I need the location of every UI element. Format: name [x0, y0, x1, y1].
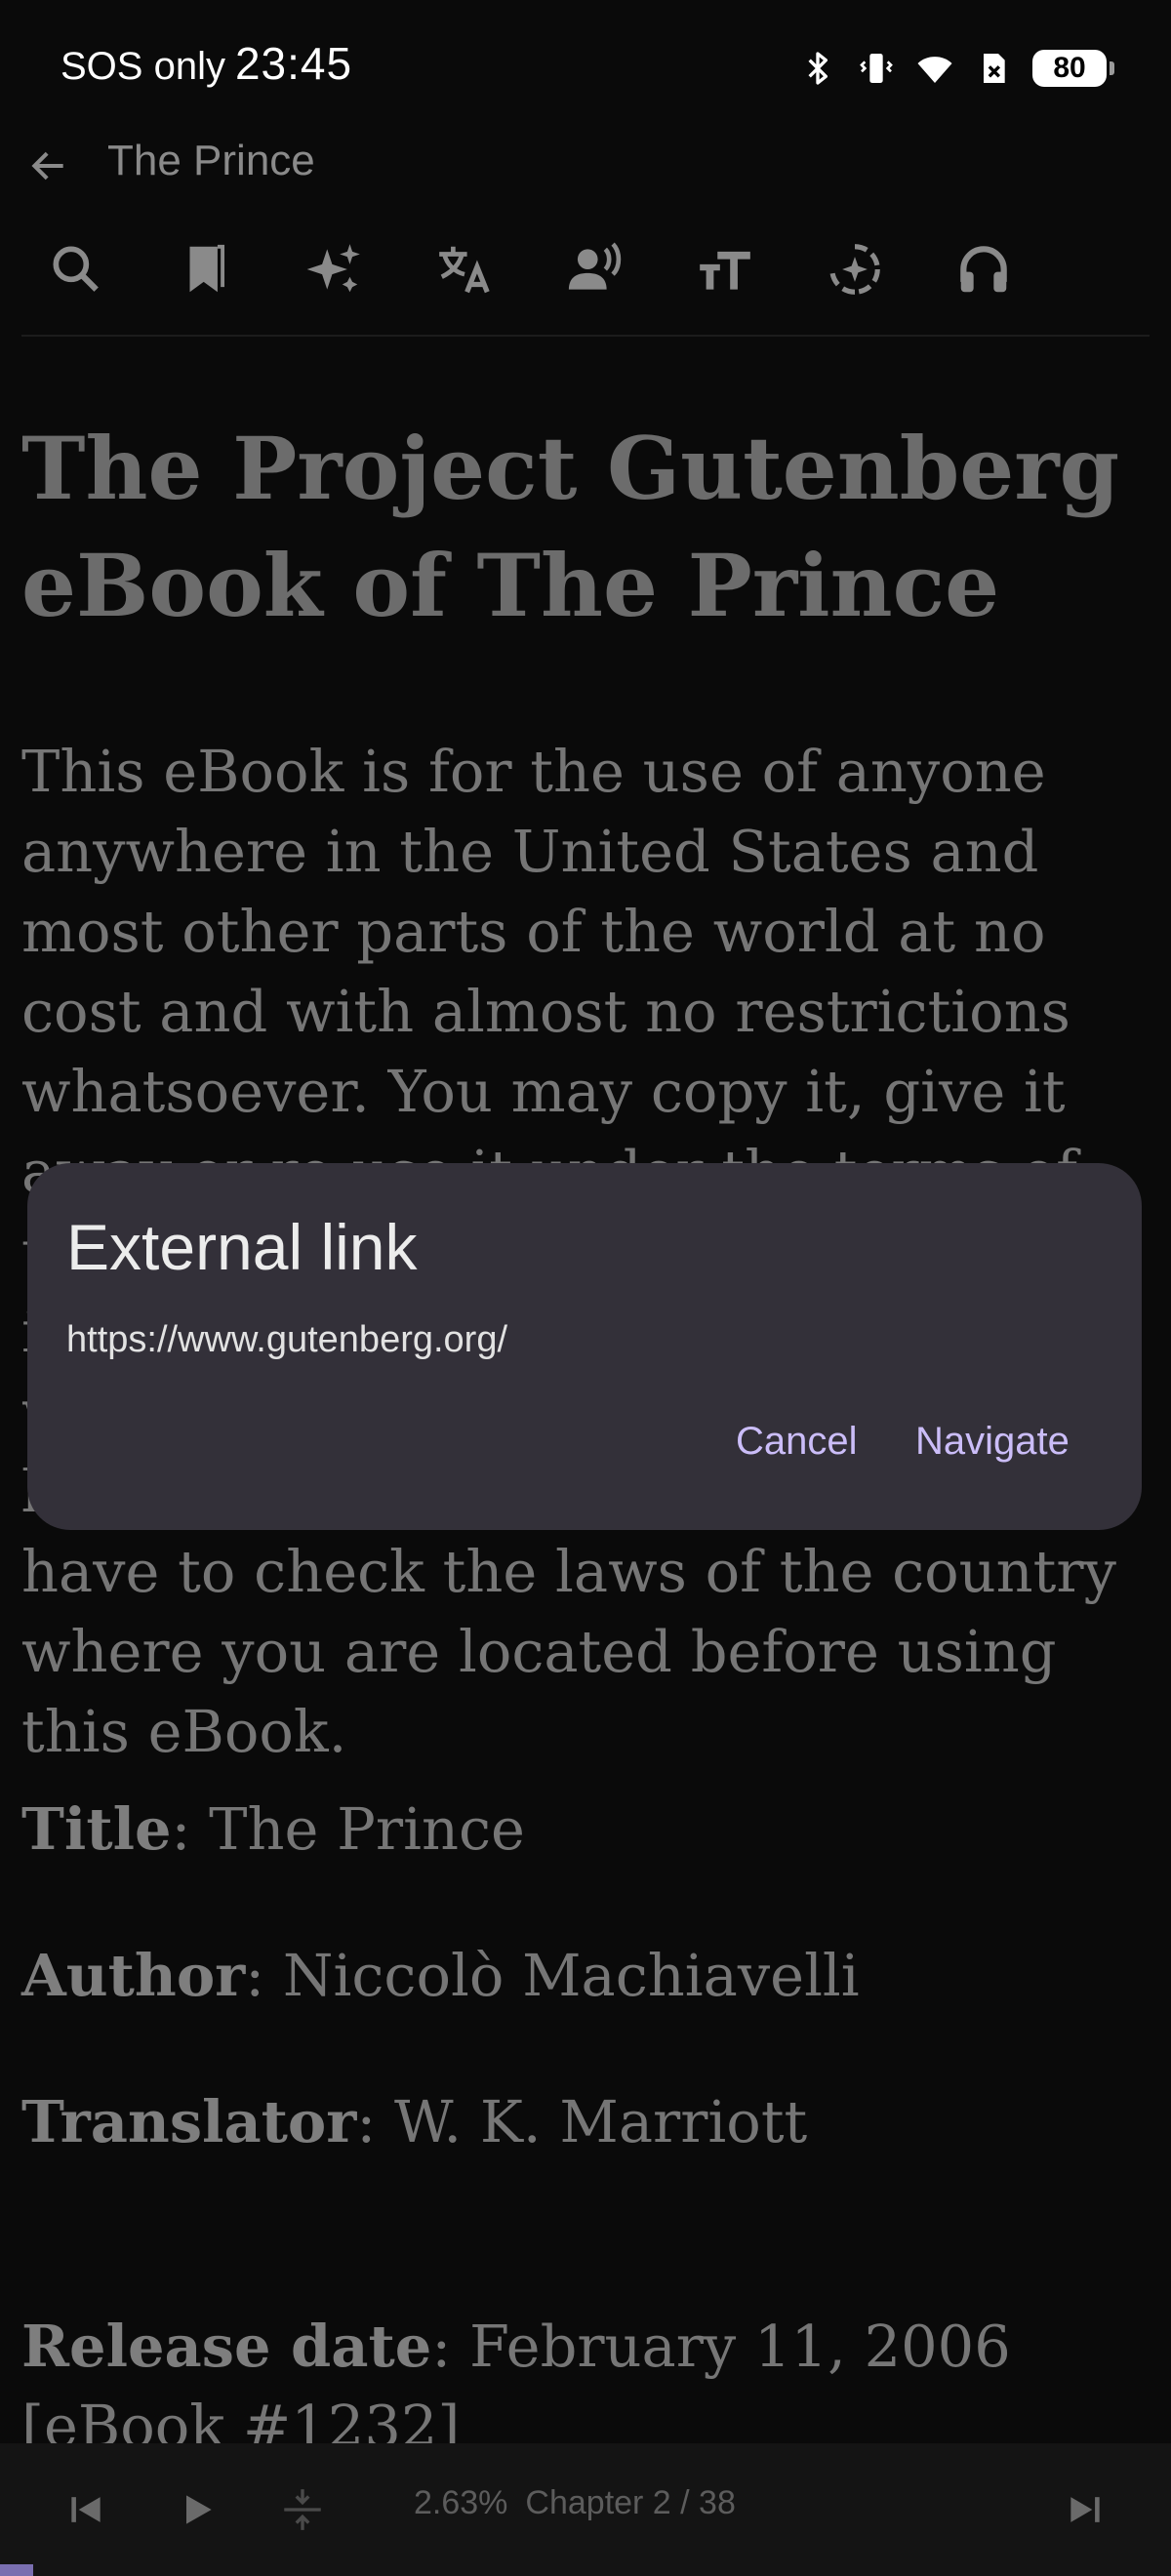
dialog-url: https://www.gutenberg.org/	[66, 1319, 508, 1360]
external-link-dialog: External link https://www.gutenberg.org/…	[27, 1163, 1142, 1530]
dialog-title: External link	[66, 1211, 418, 1283]
cancel-button[interactable]: Cancel	[722, 1407, 871, 1475]
navigate-button[interactable]: Navigate	[902, 1407, 1083, 1475]
